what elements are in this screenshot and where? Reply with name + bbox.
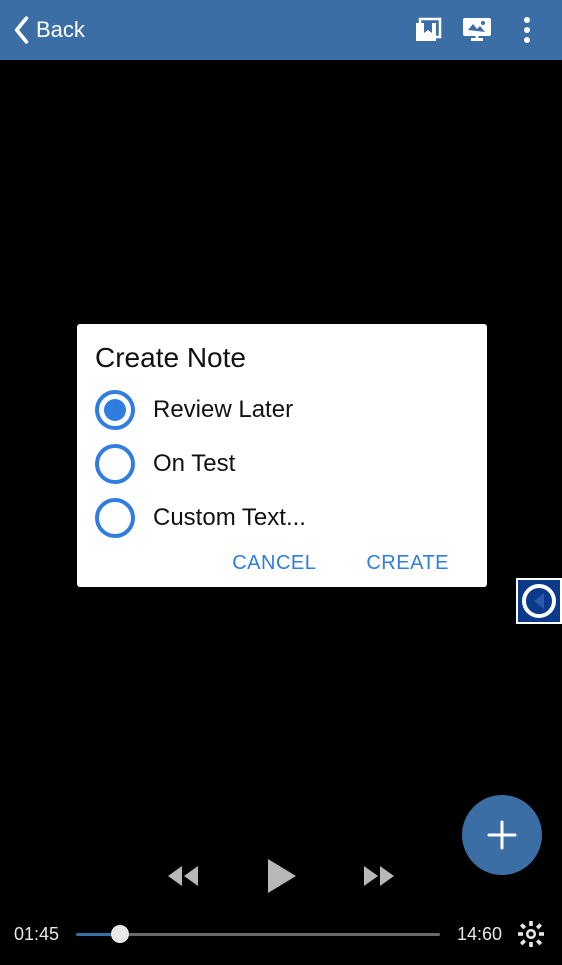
video-content-area: Create Note Review Later On Test Custom …: [0, 60, 562, 965]
app-header: Back: [0, 0, 562, 60]
bookmark-collection-icon: [411, 14, 443, 46]
track-background: [76, 933, 440, 936]
seek-thumb: [111, 925, 129, 943]
total-time: 14:60: [452, 924, 502, 945]
play-icon: [264, 857, 298, 895]
rewind-icon: [164, 862, 204, 890]
radio-option-review-later[interactable]: Review Later: [95, 390, 469, 430]
fast-forward-icon: [358, 862, 398, 890]
radio-icon: [95, 498, 135, 538]
plus-icon: [485, 818, 519, 852]
slideshow-icon: [460, 15, 494, 45]
playback-controls: [0, 857, 562, 895]
cancel-button[interactable]: CANCEL: [232, 552, 316, 575]
radio-label: Custom Text...: [153, 504, 306, 532]
gear-icon: [517, 920, 545, 948]
radio-icon: [95, 390, 135, 430]
radio-label: On Test: [153, 450, 235, 478]
progress-row: 01:45 14:60: [0, 917, 562, 951]
current-time: 01:45: [14, 924, 64, 945]
chevron-left-icon: [10, 15, 32, 45]
rewind-button[interactable]: [164, 862, 204, 890]
play-left-icon: [534, 593, 544, 609]
slideshow-button[interactable]: [452, 5, 502, 55]
radio-icon: [95, 444, 135, 484]
create-note-dialog: Create Note Review Later On Test Custom …: [77, 324, 487, 587]
dialog-title: Create Note: [95, 342, 469, 374]
back-label: Back: [36, 17, 85, 43]
more-menu-button[interactable]: [502, 5, 552, 55]
fast-forward-button[interactable]: [358, 862, 398, 890]
badge-ring-icon: [522, 584, 556, 618]
radio-option-on-test[interactable]: On Test: [95, 444, 469, 484]
more-vertical-icon: [523, 16, 531, 44]
app-root: Back: [0, 0, 562, 965]
radio-label: Review Later: [153, 396, 293, 424]
radio-option-custom-text[interactable]: Custom Text...: [95, 498, 469, 538]
create-button[interactable]: CREATE: [366, 552, 449, 575]
app-badge-button[interactable]: [516, 578, 562, 624]
settings-button[interactable]: [514, 917, 548, 951]
seek-bar[interactable]: [76, 922, 440, 946]
back-button[interactable]: Back: [10, 15, 85, 45]
dialog-actions: CANCEL CREATE: [95, 552, 469, 575]
play-button[interactable]: [264, 857, 298, 895]
bookmark-collection-button[interactable]: [402, 5, 452, 55]
